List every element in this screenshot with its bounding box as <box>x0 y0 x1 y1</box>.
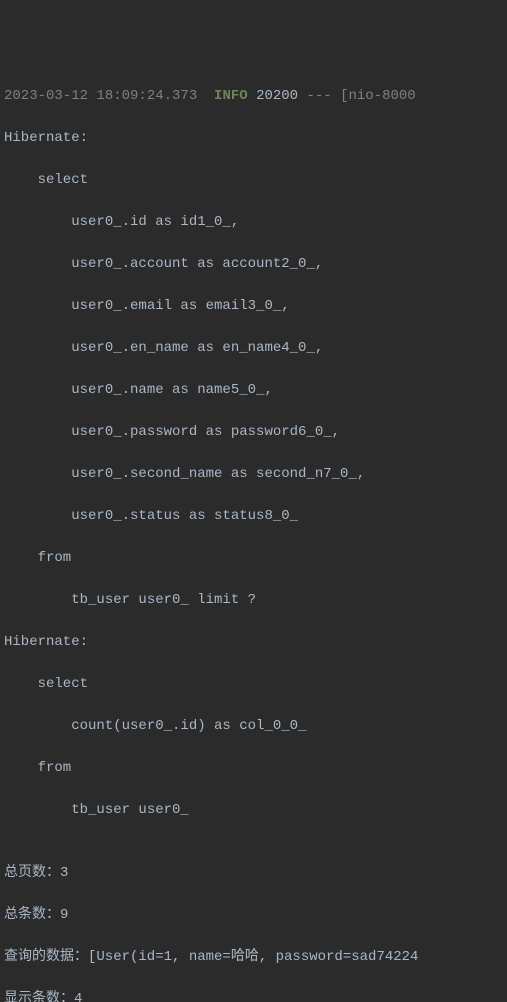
log-thread: --- [nio-8000 <box>298 88 416 104</box>
log-line-sql: tb_user user0_ <box>4 800 503 821</box>
log-line-sql: user0_.password as password6_0_, <box>4 422 503 443</box>
log-line-display-count: 显示条数：4 <box>4 989 503 1002</box>
log-pid: 20200 <box>256 88 298 104</box>
log-line-sql: user0_.account as account2_0_, <box>4 254 503 275</box>
log-line-total-pages: 总页数：3 <box>4 863 503 884</box>
log-line-sql: user0_.status as status8_0_ <box>4 506 503 527</box>
log-line-sql: count(user0_.id) as col_0_0_ <box>4 716 503 737</box>
log-line-sql: user0_.id as id1_0_, <box>4 212 503 233</box>
timestamp-text: 2023-03-12 18:09:24.373 <box>4 88 197 104</box>
log-line-sql: select <box>4 674 503 695</box>
log-level: INFO <box>214 88 248 104</box>
log-line-query-data: 查询的数据：[User(id=1, name=哈哈, password=sad7… <box>4 947 503 968</box>
log-line-sql: from <box>4 548 503 569</box>
log-line-sql: from <box>4 758 503 779</box>
log-line-sql: tb_user user0_ limit ? <box>4 590 503 611</box>
log-line-total-count: 总条数：9 <box>4 905 503 926</box>
log-line-hibernate: Hibernate: <box>4 128 503 149</box>
log-line-sql: user0_.en_name as en_name4_0_, <box>4 338 503 359</box>
log-line-sql: user0_.name as name5_0_, <box>4 380 503 401</box>
log-line-sql: user0_.email as email3_0_, <box>4 296 503 317</box>
log-line-timestamp: 2023-03-12 18:09:24.373 INFO 20200 --- [… <box>4 86 503 107</box>
log-line-sql: user0_.second_name as second_n7_0_, <box>4 464 503 485</box>
log-line-sql: select <box>4 170 503 191</box>
log-line-hibernate: Hibernate: <box>4 632 503 653</box>
